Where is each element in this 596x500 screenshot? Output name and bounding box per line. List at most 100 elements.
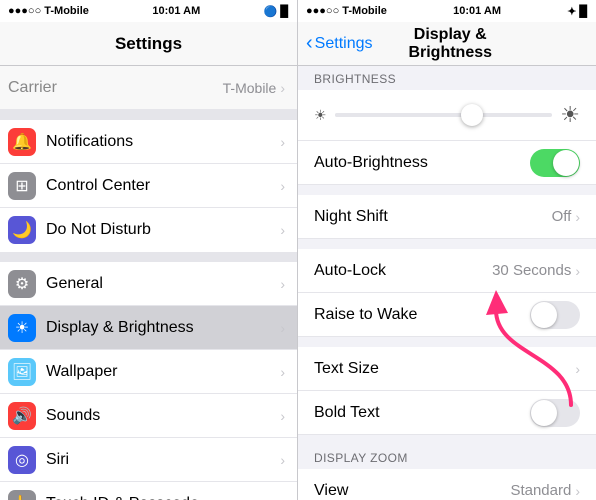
brightness-high-icon: ☀ (560, 102, 580, 128)
bold-text-label: Bold Text (314, 404, 530, 422)
control-center-label: Control Center (46, 177, 280, 195)
text-size-label: Text Size (314, 360, 575, 378)
right-item-view[interactable]: View Standard › (298, 469, 596, 500)
settings-item-do-not-disturb[interactable]: 🌙 Do Not Disturb › (0, 208, 297, 252)
brightness-slider-fill (335, 113, 466, 117)
auto-brightness-toggle[interactable] (530, 149, 580, 177)
brightness-row[interactable]: ☀ ☀ (298, 90, 596, 141)
settings-item-touch-id[interactable]: 👆 Touch ID & Passcode › (0, 482, 297, 500)
left-status-bar: ●●●○○ T-Mobile 10:01 AM 🔵 ▉ (0, 0, 297, 22)
brightness-section-header: BRIGHTNESS (298, 66, 596, 90)
left-title: Settings (115, 34, 182, 54)
auto-lock-value: 30 Seconds (492, 262, 571, 279)
back-label: Settings (315, 35, 373, 53)
touch-id-icon: 👆 (8, 490, 36, 500)
touch-id-chevron: › (280, 496, 285, 500)
sounds-chevron: › (280, 408, 285, 424)
auto-lock-chevron: › (575, 263, 580, 279)
auto-brightness-thumb (553, 150, 579, 176)
settings-item-notifications[interactable]: 🔔 Notifications › (0, 120, 297, 164)
siri-chevron: › (280, 452, 285, 468)
wallpaper-chevron: › (280, 364, 285, 380)
general-icon: ⚙ (8, 270, 36, 298)
right-item-auto-lock[interactable]: Auto-Lock 30 Seconds › (298, 249, 596, 293)
section-gap-3 (298, 337, 596, 347)
do-not-disturb-icon: 🌙 (8, 216, 36, 244)
raise-to-wake-thumb (531, 302, 557, 328)
control-center-icon: ⊞ (8, 172, 36, 200)
right-settings-list: BRIGHTNESS ☀ ☀ Auto-Brightness Night Shi… (298, 66, 596, 500)
settings-item-display-brightness[interactable]: ☀ Display & Brightness › (0, 306, 297, 350)
right-panel: ●●●○○ T-Mobile 10:01 AM ✦ ▉ ‹ Settings D… (298, 0, 596, 500)
auto-lock-label: Auto-Lock (314, 262, 492, 280)
display-zoom-header: DISPLAY ZOOM (298, 445, 596, 469)
wallpaper-icon: 🖼 (8, 358, 36, 386)
carrier-label: Carrier (8, 79, 223, 97)
settings-group-2: ⚙ General › ☀ Display & Brightness › 🖼 W… (0, 262, 297, 500)
auto-brightness-label: Auto-Brightness (314, 154, 530, 172)
do-not-disturb-label: Do Not Disturb (46, 221, 280, 239)
general-chevron: › (280, 276, 285, 292)
section-gap-4 (298, 435, 596, 445)
settings-item-siri[interactable]: ◎ Siri › (0, 438, 297, 482)
night-shift-chevron: › (575, 209, 580, 225)
right-status-bar: ●●●○○ T-Mobile 10:01 AM ✦ ▉ (298, 0, 596, 22)
settings-item-wallpaper[interactable]: 🖼 Wallpaper › (0, 350, 297, 394)
right-icons: ✦ ▉ (567, 5, 588, 18)
back-chevron-icon: ‹ (306, 32, 313, 55)
display-brightness-chevron: › (280, 320, 285, 336)
left-nav-bar: Settings (0, 22, 297, 66)
right-item-text-size[interactable]: Text Size › (298, 347, 596, 391)
control-center-chevron: › (280, 178, 285, 194)
raise-to-wake-label: Raise to Wake (314, 306, 530, 324)
notifications-icon: 🔔 (8, 128, 36, 156)
raise-to-wake-toggle[interactable] (530, 301, 580, 329)
left-time: 10:01 AM (152, 5, 200, 17)
display-brightness-label: Display & Brightness (46, 319, 280, 337)
section-gap-1 (298, 185, 596, 195)
right-item-raise-to-wake[interactable]: Raise to Wake (298, 293, 596, 337)
do-not-disturb-chevron: › (280, 222, 285, 238)
brightness-low-icon: ☀ (314, 107, 327, 124)
back-button[interactable]: ‹ Settings (306, 32, 372, 55)
view-label: View (314, 482, 510, 500)
left-settings-list: Carrier T-Mobile › 🔔 Notifications › ⊞ C… (0, 66, 297, 500)
notifications-label: Notifications (46, 133, 280, 151)
right-item-bold-text[interactable]: Bold Text (298, 391, 596, 435)
settings-item-carrier[interactable]: Carrier T-Mobile › (0, 66, 297, 110)
siri-label: Siri (46, 451, 280, 469)
notifications-chevron: › (280, 134, 285, 150)
night-shift-label: Night Shift (314, 208, 552, 226)
wallpaper-label: Wallpaper (46, 363, 280, 381)
carrier-chevron: › (280, 80, 285, 96)
right-item-auto-brightness[interactable]: Auto-Brightness (298, 141, 596, 185)
right-item-night-shift[interactable]: Night Shift Off › (298, 195, 596, 239)
display-brightness-icon: ☀ (8, 314, 36, 342)
left-panel: ●●●○○ T-Mobile 10:01 AM 🔵 ▉ Settings Car… (0, 0, 298, 500)
sounds-icon: 🔊 (8, 402, 36, 430)
settings-group-1: 🔔 Notifications › ⊞ Control Center › 🌙 D… (0, 120, 297, 252)
bold-text-thumb (531, 400, 557, 426)
group-divider-1 (0, 110, 297, 120)
text-size-chevron: › (575, 361, 580, 377)
view-value: Standard (510, 482, 571, 499)
settings-item-general[interactable]: ⚙ General › (0, 262, 297, 306)
group-divider-2 (0, 252, 297, 262)
bold-text-toggle[interactable] (530, 399, 580, 427)
settings-item-control-center[interactable]: ⊞ Control Center › (0, 164, 297, 208)
night-shift-value: Off (552, 208, 572, 225)
view-chevron: › (575, 483, 580, 499)
general-label: General (46, 275, 280, 293)
left-carrier: ●●●○○ T-Mobile (8, 5, 89, 17)
touch-id-label: Touch ID & Passcode (46, 495, 280, 500)
siri-icon: ◎ (8, 446, 36, 474)
left-battery: 🔵 ▉ (264, 5, 289, 18)
section-gap-2 (298, 239, 596, 249)
settings-item-sounds[interactable]: 🔊 Sounds › (0, 394, 297, 438)
brightness-slider-track[interactable] (335, 113, 553, 117)
brightness-slider-thumb[interactable] (461, 104, 483, 126)
right-nav-title: Display & Brightness (372, 26, 528, 62)
right-time: 10:01 AM (453, 5, 501, 17)
right-carrier: ●●●○○ T-Mobile (306, 5, 387, 17)
sounds-label: Sounds (46, 407, 280, 425)
